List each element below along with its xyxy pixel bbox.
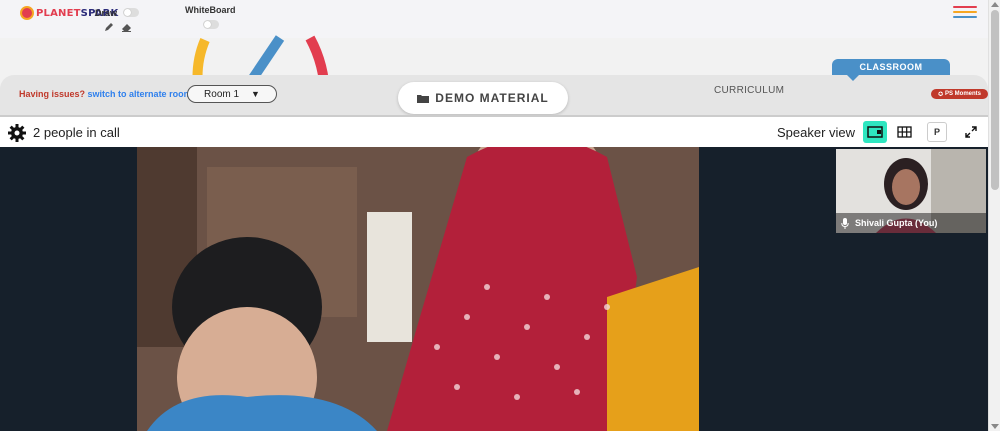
whiteboard-toggle[interactable] (203, 20, 219, 29)
grid-view-button[interactable] (892, 121, 916, 143)
call-toolbar: 2 people in call Speaker view P (0, 115, 988, 147)
logo-text-planet: PLANET (36, 7, 81, 19)
dropdown-caret-icon: ▼ (251, 89, 260, 99)
speaker-view-icon (867, 126, 883, 138)
expand-button[interactable] (959, 121, 983, 143)
pencil-icon[interactable] (104, 22, 114, 32)
classroom-tab-pointer (847, 75, 859, 81)
draw-label: Draw (95, 8, 118, 18)
p-button[interactable]: P (927, 122, 947, 142)
whiteboard-label: WhiteBoard (185, 5, 236, 15)
page: PLANETSPARK Draw WhiteBoard CLASSROOM Ha… (0, 0, 1000, 431)
speaker-view-button[interactable] (863, 121, 887, 143)
demo-material-button[interactable]: DEMO MATERIAL (398, 82, 568, 114)
scroll-up-arrow-icon[interactable] (991, 2, 999, 7)
logo-mark-icon (20, 6, 34, 20)
main-video-feed (137, 147, 699, 431)
page-scrollbar[interactable] (988, 0, 1000, 431)
participant-name: Shivali Gupta (You) (855, 218, 938, 228)
view-mode-label: Speaker view (777, 125, 856, 140)
room-select[interactable]: Room 1 ▼ (187, 85, 277, 103)
eraser-icon[interactable] (121, 22, 132, 32)
main-video-frame (137, 147, 699, 431)
issues-text: Having issues? (19, 89, 86, 99)
curriculum-tab[interactable]: CURRICULUM (714, 85, 784, 96)
issues-notice: Having issues? switch to alternate room (19, 89, 192, 99)
classroom-tab[interactable]: CLASSROOM (832, 59, 950, 75)
switch-room-link[interactable]: switch to alternate room (88, 89, 192, 99)
folder-icon (417, 94, 430, 103)
room-select-value: Room 1 (204, 88, 240, 100)
people-count: 2 people in call (33, 125, 120, 140)
expand-icon (965, 126, 977, 138)
top-bar: PLANETSPARK Draw WhiteBoard (0, 0, 988, 38)
scroll-down-arrow-icon[interactable] (991, 424, 999, 429)
hamburger-menu-icon[interactable] (953, 6, 977, 20)
participant-name-bar: Shivali Gupta (You) (836, 213, 986, 233)
microphone-icon[interactable] (841, 217, 849, 229)
demo-material-label: DEMO MATERIAL (435, 91, 549, 105)
participant-thumbnail[interactable]: Shivali Gupta (You) (836, 149, 986, 233)
grid-icon (896, 126, 912, 138)
draw-toggle[interactable] (123, 8, 139, 17)
ps-moments-button[interactable]: ✪ PS Moments (931, 89, 988, 99)
ps-moments-label: PS Moments (945, 91, 982, 97)
ps-moments-icon: ✪ (937, 91, 943, 98)
scrollbar-thumb[interactable] (991, 10, 999, 190)
gear-icon[interactable] (8, 124, 26, 142)
